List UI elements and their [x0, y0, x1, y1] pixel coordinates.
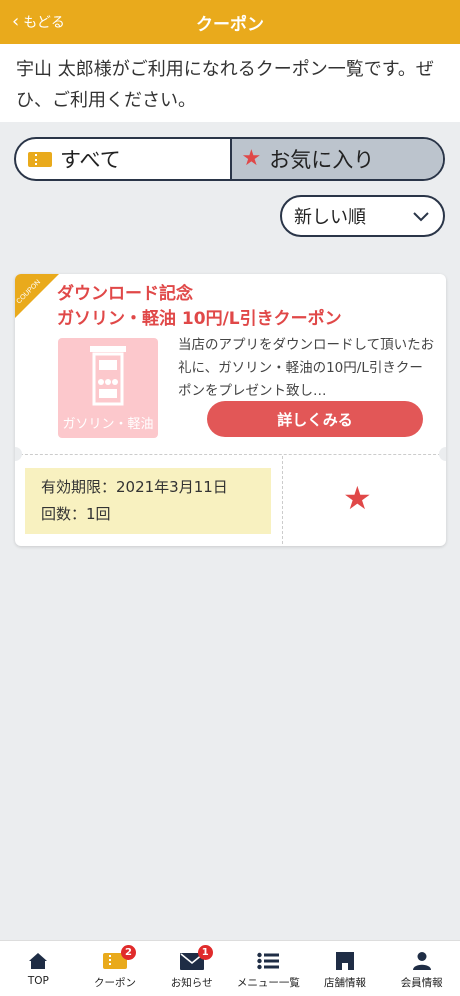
tab-all-label: すべて [60, 148, 121, 172]
coupon-thumbnail: ガソリン・軽油 [58, 338, 158, 438]
back-label: もどる [23, 15, 65, 31]
nav-top-label: TOP [27, 975, 49, 987]
tab-favorites-label: お気に入り [269, 148, 375, 172]
intro-message: 宇山 太郎様がご利用になれるクーポン一覧です。ぜひ、ご利用ください。 [0, 44, 460, 122]
coupon-title-line1: ダウンロード記念 [57, 284, 193, 304]
coupon-description: 当店のアプリをダウンロードして頂いたお礼に、ガソリン・軽油の10円/L引きクーポ… [178, 337, 435, 399]
details-button[interactable]: 詳しくみる [207, 401, 423, 437]
sort-selected-value: 新しい順 [294, 207, 366, 228]
user-icon [410, 950, 434, 972]
nav-menu[interactable]: メニュー一覧 [230, 941, 307, 996]
thumbnail-label: ガソリン・軽油 [62, 417, 154, 432]
chevron-down-icon [413, 212, 429, 222]
card-divider [15, 454, 446, 455]
favorite-star-icon[interactable]: ★ [343, 482, 372, 514]
coupon-title-line2: ガソリン・軽油 10円/L引きクーポン [57, 309, 342, 329]
nav-menu-label: メニュー一覧 [236, 977, 300, 989]
nav-coupon[interactable]: 2 クーポン [77, 941, 154, 996]
sort-select[interactable]: 新しい順 [280, 195, 445, 237]
coupon-title: ダウンロード記念 ガソリン・軽油 10円/L引きクーポン [57, 282, 437, 332]
bottom-navigation: TOP 2 クーポン 1 お知らせ メニュー一覧 店舗情報 会員情報 [0, 940, 460, 996]
store-icon [333, 950, 357, 972]
coupon-corner-ribbon: COUPON [15, 274, 59, 318]
star-icon: ★ [241, 146, 262, 171]
coupon-card[interactable]: COUPON ダウンロード記念 ガソリン・軽油 10円/L引きクーポン ガソリン… [15, 274, 446, 546]
tab-all[interactable]: すべて [16, 139, 230, 179]
nav-store[interactable]: 店舗情報 [307, 941, 384, 996]
coupon-badge: 2 [121, 945, 136, 960]
ticket-icon [28, 151, 52, 167]
nav-news-label: お知らせ [170, 977, 213, 989]
news-badge: 1 [197, 945, 213, 960]
filter-tabs: すべて ★ お気に入り [14, 137, 445, 181]
vertical-separator [282, 456, 283, 544]
nav-member[interactable]: 会員情報 [383, 941, 460, 996]
usage-count: 回数：1回 [41, 505, 111, 523]
card-notch-left [15, 447, 22, 461]
chevron-left-icon: ‹ [12, 11, 20, 32]
home-icon [26, 950, 50, 972]
nav-member-label: 会員情報 [400, 977, 443, 989]
page-title: クーポン [196, 14, 264, 35]
nav-store-label: 店舗情報 [324, 977, 367, 989]
tab-favorites[interactable]: ★ お気に入り [229, 139, 443, 179]
back-button[interactable]: ‹ もどる [12, 0, 65, 44]
validity-box: 有効期限：2021年3月11日 回数：1回 [25, 468, 271, 534]
nav-top[interactable]: TOP [0, 941, 77, 996]
card-notch-right [439, 447, 446, 461]
nav-coupon-label: クーポン [94, 977, 136, 989]
gas-pump-icon [90, 346, 126, 406]
app-header: ‹ もどる クーポン [0, 0, 460, 44]
expiry-date: 有効期限：2021年3月11日 [41, 478, 228, 496]
menu-list-icon [256, 950, 280, 972]
nav-news[interactable]: 1 お知らせ [153, 941, 230, 996]
